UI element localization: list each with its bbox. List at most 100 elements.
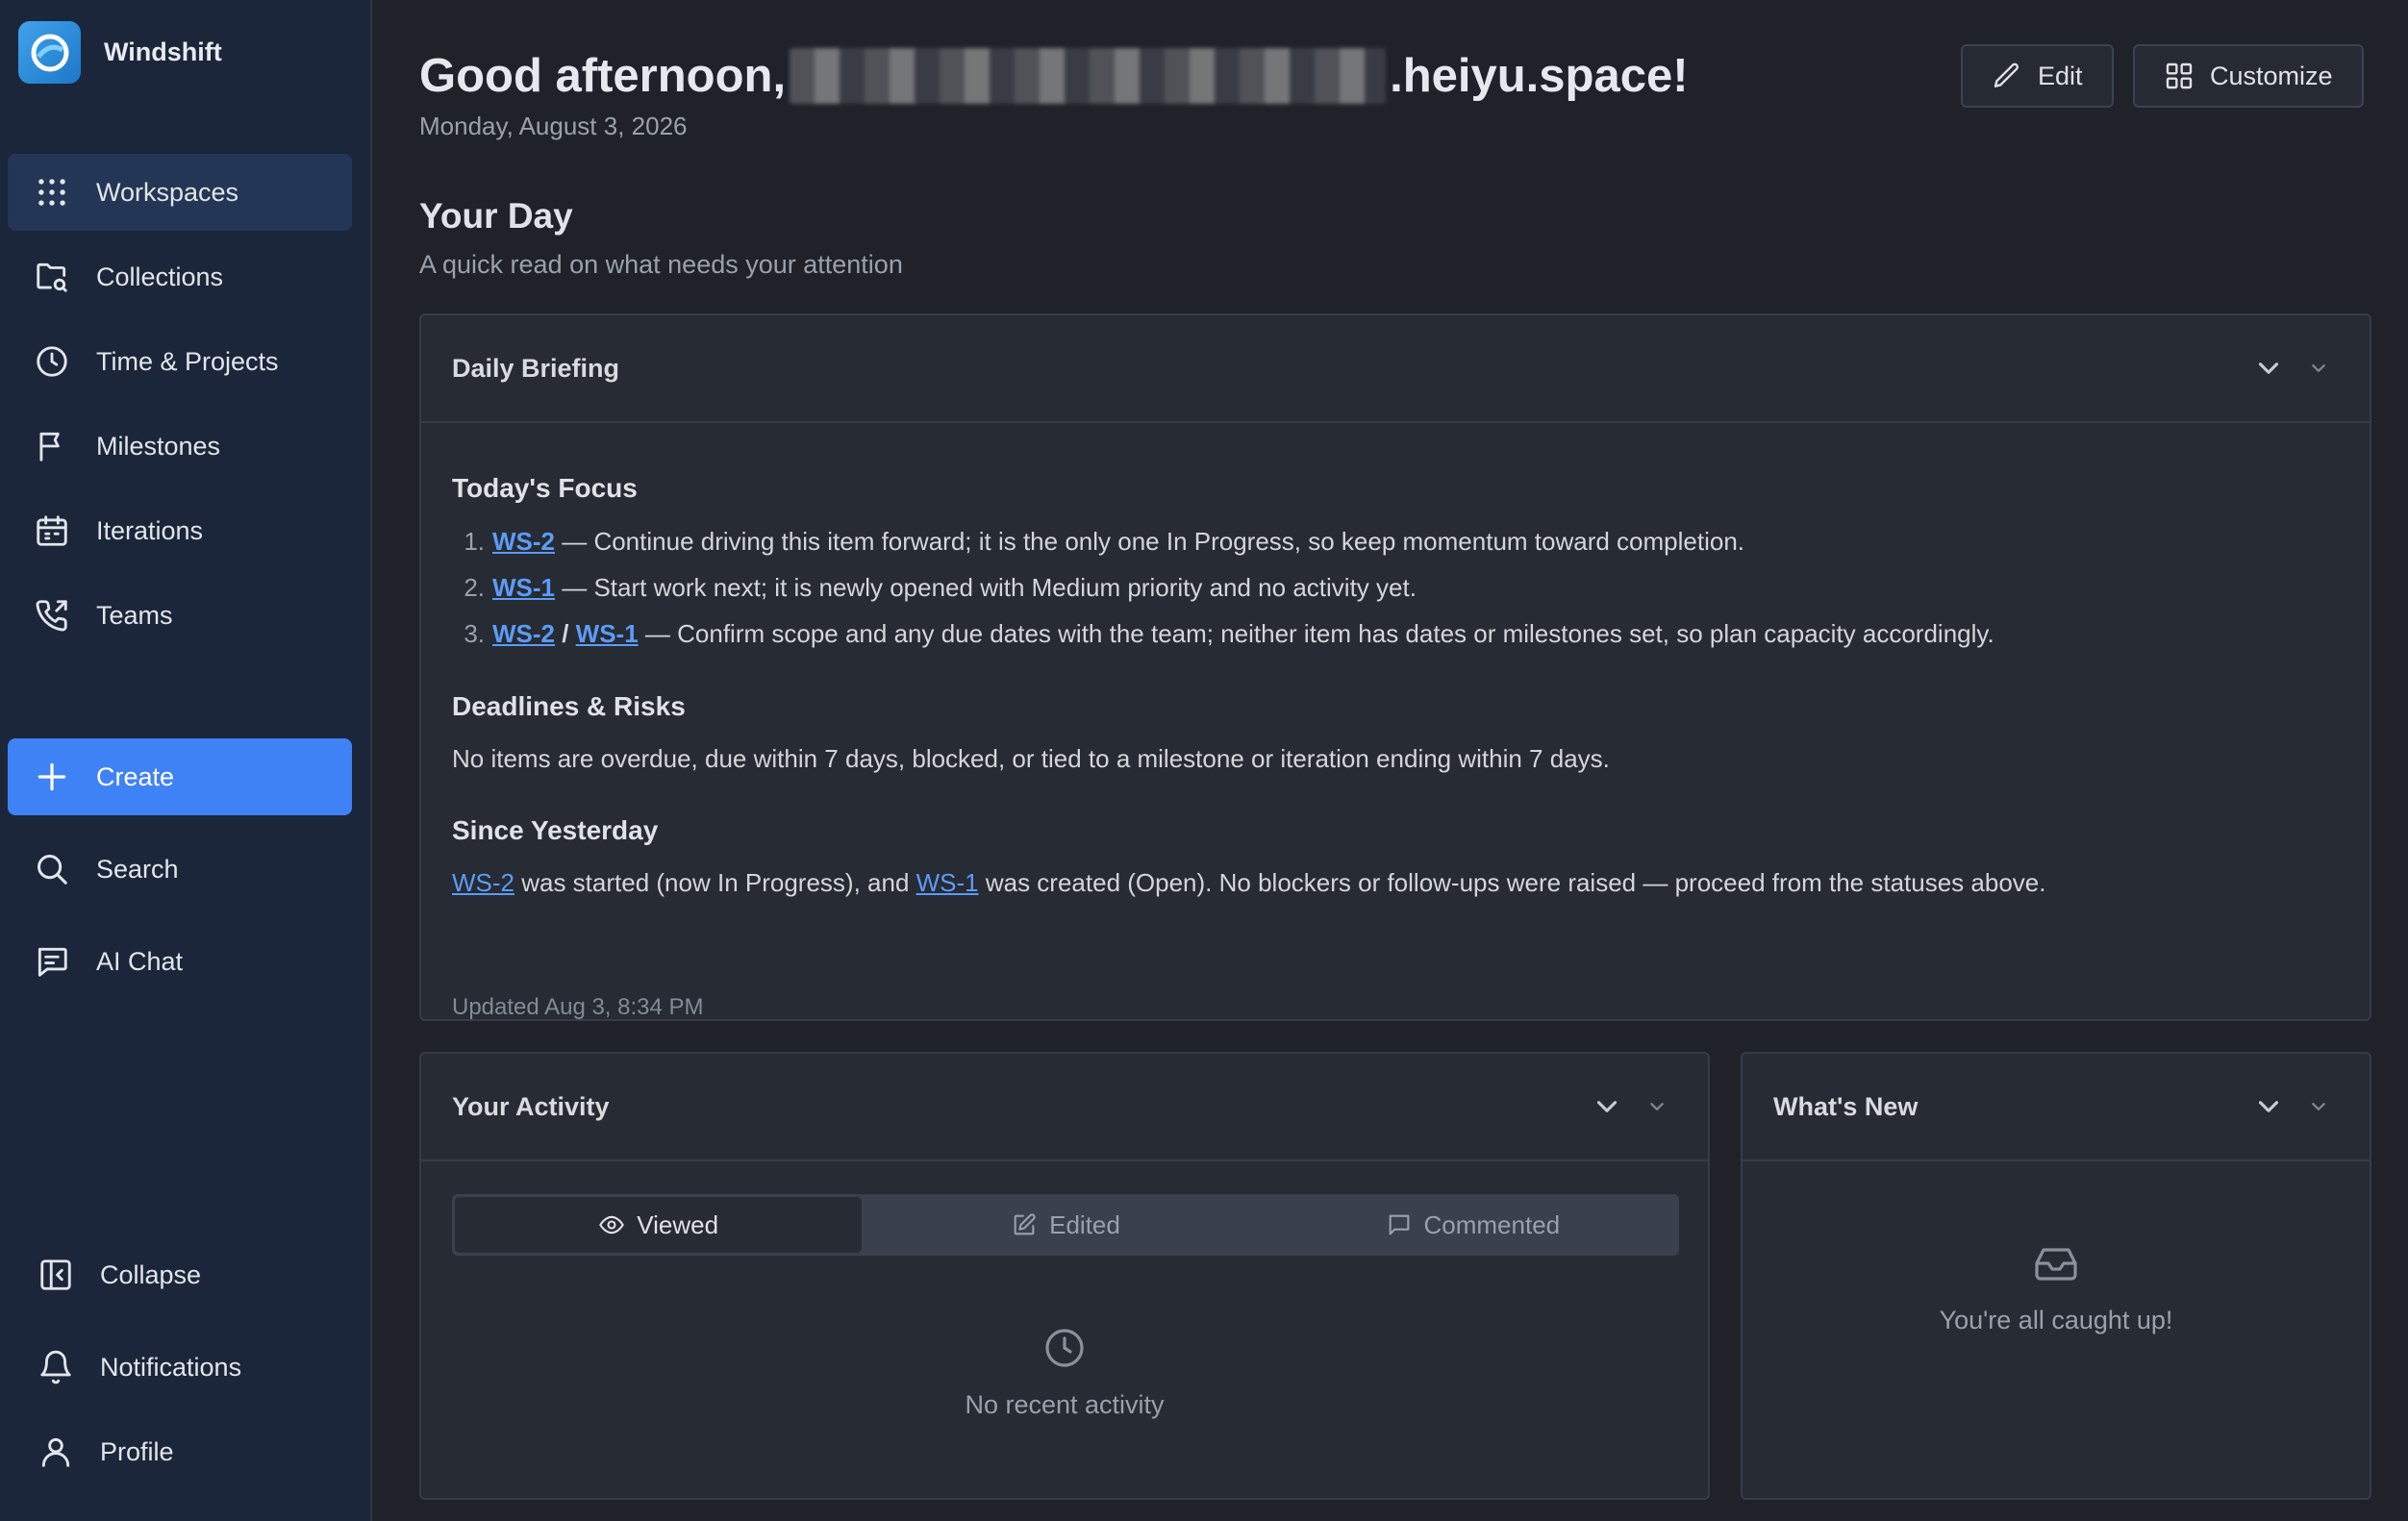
- focus-text: — Confirm scope and any due dates with t…: [638, 619, 1994, 648]
- greeting-suffix: .heiyu.space!: [1390, 50, 1689, 102]
- collapse-button[interactable]: Collapse: [8, 1236, 352, 1313]
- greeting-prefix: Good afternoon,: [419, 50, 787, 102]
- whats-new-title: What's New: [1773, 1091, 1919, 1121]
- ws-1-link[interactable]: WS-1: [916, 868, 979, 897]
- user-icon: [37, 1433, 75, 1471]
- since-text: WS-2 was started (now In Progress), and …: [452, 868, 2045, 898]
- notifications-button[interactable]: Notifications: [8, 1329, 352, 1406]
- bell-icon: [37, 1348, 75, 1386]
- since-text-part: was started (now In Progress), and: [514, 868, 916, 897]
- customize-label: Customize: [2210, 61, 2333, 90]
- card-header: What's New: [1743, 1054, 2370, 1161]
- list-number: 2.: [464, 573, 485, 602]
- current-date: Monday, August 3, 2026: [419, 112, 688, 140]
- page-title: Good afternoon, .heiyu.space!: [419, 48, 1689, 104]
- your-day-title: Your Day: [419, 196, 573, 236]
- sidebar-item-label: Collections: [96, 262, 224, 291]
- empty-state-text: No recent activity: [965, 1390, 1165, 1419]
- tab-label: Viewed: [637, 1209, 719, 1239]
- ws-2-link[interactable]: WS-2: [492, 619, 555, 648]
- ws-1-link[interactable]: WS-1: [576, 619, 639, 648]
- pencil-icon: [1994, 62, 2019, 87]
- your-day-subtitle: A quick read on what needs your attentio…: [419, 250, 903, 279]
- notifications-label: Notifications: [100, 1352, 242, 1382]
- collapse-chevron-icon[interactable]: [2302, 352, 2335, 385]
- focus-text: — Start work next; it is newly opened wi…: [555, 573, 1417, 602]
- since-text-part: was created (Open). No blockers or follo…: [978, 868, 2046, 897]
- sidebar-item-teams[interactable]: Teams: [8, 577, 352, 654]
- sidebar-collapse-icon: [37, 1256, 75, 1294]
- chevron-down-icon[interactable]: [2252, 352, 2285, 385]
- search-button[interactable]: Search: [8, 831, 352, 908]
- profile-button[interactable]: Profile: [8, 1413, 352, 1490]
- inbox-icon: [2033, 1240, 2079, 1291]
- focus-heading: Today's Focus: [452, 473, 638, 503]
- list-number: 3.: [464, 619, 485, 648]
- folder-search-icon: [33, 258, 71, 296]
- list-item: 3. WS-2 / WS-1 — Confirm scope and any du…: [446, 619, 1994, 649]
- sidebar-item-label: Teams: [96, 600, 173, 630]
- card-header: Daily Briefing: [421, 315, 2370, 423]
- separator: /: [555, 619, 576, 648]
- plus-icon: [33, 758, 71, 796]
- layout-grid-icon: [2166, 62, 2193, 89]
- tab-edited[interactable]: Edited: [862, 1197, 1268, 1253]
- flag-icon: [33, 427, 71, 465]
- your-activity-title: Your Activity: [452, 1091, 610, 1121]
- ws-2-link[interactable]: WS-2: [452, 868, 514, 897]
- phone-icon: [33, 596, 71, 635]
- eye-icon: [599, 1215, 625, 1234]
- tab-commented[interactable]: Commented: [1269, 1197, 1676, 1253]
- calendar-icon: [33, 511, 71, 550]
- clock-icon: [33, 342, 71, 381]
- risks-heading: Deadlines & Risks: [452, 691, 686, 721]
- sidebar-item-label: Milestones: [96, 431, 221, 461]
- activity-tabs: Viewed Edited Commented: [452, 1194, 1679, 1256]
- brand[interactable]: Windshift: [18, 21, 222, 84]
- sidebar-item-time-projects[interactable]: Time & Projects: [8, 323, 352, 400]
- tab-label: Commented: [1423, 1209, 1561, 1239]
- ws-1-link[interactable]: WS-1: [492, 573, 555, 602]
- whats-new-card: What's New You're all caught up!: [1741, 1052, 2371, 1500]
- daily-briefing-card: Daily Briefing Today's Focus 1. WS-2 — Co…: [419, 313, 2371, 1021]
- ws-2-link[interactable]: WS-2: [492, 527, 555, 556]
- card-header: Your Activity: [421, 1054, 1708, 1161]
- tab-viewed[interactable]: Viewed: [455, 1197, 863, 1253]
- sidebar-item-workspaces[interactable]: Workspaces: [8, 154, 352, 231]
- clock-icon: [1041, 1325, 1088, 1376]
- chevron-down-icon[interactable]: [1591, 1090, 1623, 1123]
- ai-chat-label: AI Chat: [96, 946, 184, 976]
- sidebar-item-collections[interactable]: Collections: [8, 238, 352, 315]
- windshift-logo-icon: [18, 21, 81, 84]
- list-item: 1. WS-2 — Continue driving this item forw…: [446, 527, 1744, 557]
- tab-label: Edited: [1049, 1209, 1120, 1239]
- collapse-chevron-icon[interactable]: [1641, 1090, 1673, 1123]
- create-label: Create: [96, 761, 175, 791]
- comment-icon: [1389, 1214, 1409, 1235]
- profile-label: Profile: [100, 1436, 174, 1466]
- ai-chat-button[interactable]: AI Chat: [8, 923, 352, 1000]
- redacted-username: [790, 48, 1387, 104]
- app-name: Windshift: [104, 37, 222, 66]
- chevron-down-icon[interactable]: [2252, 1090, 2285, 1123]
- customize-button[interactable]: Customize: [2133, 44, 2364, 108]
- edit-label: Edit: [2038, 61, 2083, 90]
- sidebar-item-milestones[interactable]: Milestones: [8, 408, 352, 485]
- daily-briefing-title: Daily Briefing: [452, 353, 620, 383]
- edit-button[interactable]: Edit: [1961, 44, 2114, 108]
- collapse-label: Collapse: [100, 1259, 202, 1289]
- sidebar-item-iterations[interactable]: Iterations: [8, 492, 352, 569]
- focus-text: — Continue driving this item forward; it…: [555, 527, 1745, 556]
- updated-timestamp: Updated Aug 3, 8:34 PM: [452, 994, 704, 1020]
- create-button[interactable]: Create: [8, 738, 352, 815]
- chat-icon: [33, 942, 71, 981]
- search-icon: [33, 850, 71, 888]
- sidebar-item-label: Time & Projects: [96, 346, 279, 376]
- sidebar-item-label: Iterations: [96, 515, 204, 545]
- since-heading: Since Yesterday: [452, 815, 659, 845]
- search-label: Search: [96, 854, 179, 884]
- collapse-chevron-icon[interactable]: [2302, 1090, 2335, 1123]
- sidebar-item-label: Workspaces: [96, 177, 239, 207]
- grid-icon: [33, 173, 71, 212]
- sidebar: Windshift Workspaces Collections Time & …: [0, 0, 372, 1521]
